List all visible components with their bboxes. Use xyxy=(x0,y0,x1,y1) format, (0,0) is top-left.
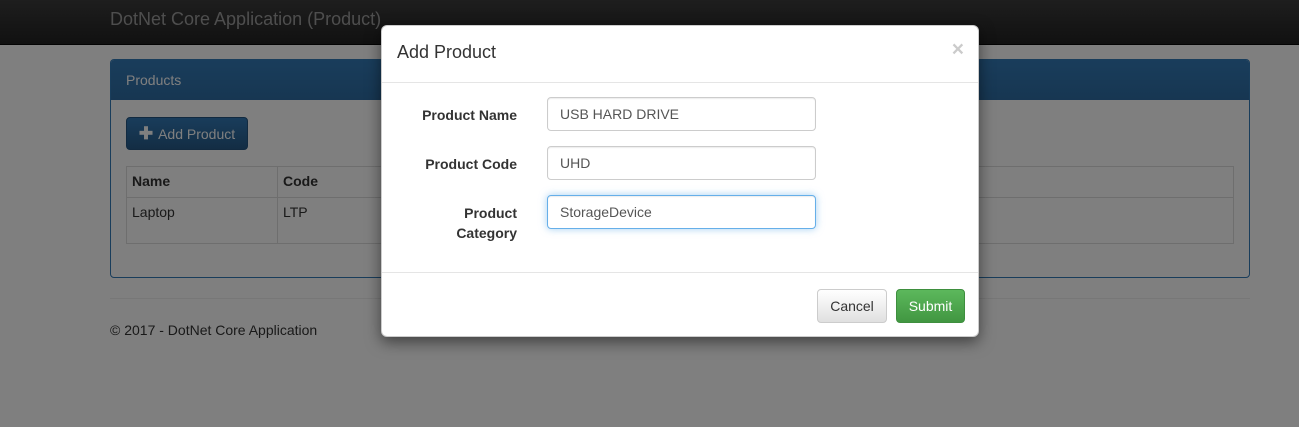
modal-footer: Cancel Submit xyxy=(382,272,978,336)
product-category-label: Product Category xyxy=(382,203,517,243)
product-category-input[interactable] xyxy=(547,195,816,229)
product-name-input[interactable] xyxy=(547,97,816,131)
close-icon[interactable]: × xyxy=(952,39,964,60)
add-product-modal: Add Product × Product Name Product Code … xyxy=(381,25,979,337)
product-category-label-line2: Category xyxy=(456,225,517,241)
product-name-label: Product Name xyxy=(422,107,517,123)
product-code-input[interactable] xyxy=(547,146,816,180)
modal-header: Add Product × xyxy=(382,26,978,83)
product-category-label-line1: Product xyxy=(464,205,517,221)
modal-title: Add Product xyxy=(397,42,497,62)
product-code-label: Product Code xyxy=(425,156,517,172)
cancel-button[interactable]: Cancel xyxy=(817,289,887,323)
submit-button[interactable]: Submit xyxy=(896,289,965,323)
